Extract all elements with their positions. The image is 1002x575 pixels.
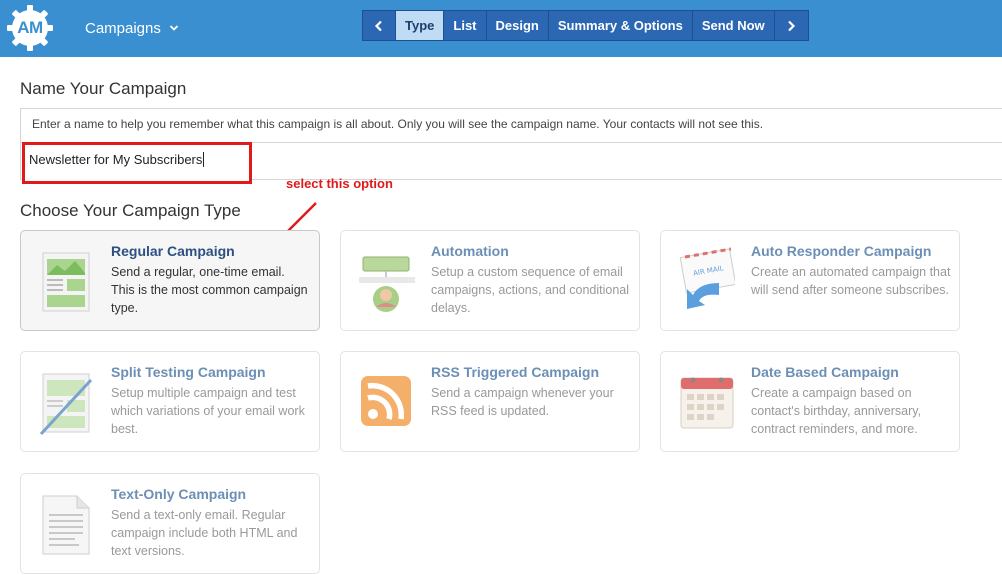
card-title: Auto Responder Campaign xyxy=(751,243,932,259)
previous-step-button[interactable] xyxy=(363,11,396,40)
card-text-only[interactable]: Text-Only Campaign Send a text-only emai… xyxy=(20,473,320,574)
card-regular-campaign[interactable]: Regular Campaign Send a regular, one-tim… xyxy=(20,230,320,331)
chevron-right-icon xyxy=(788,20,796,31)
chevron-left-icon xyxy=(374,20,382,31)
activecampaign-logo[interactable]: AM xyxy=(7,5,53,51)
card-description: Create an automated campaign that will s… xyxy=(751,265,951,297)
card-title: RSS Triggered Campaign xyxy=(431,364,600,380)
logo-text: AM xyxy=(17,18,43,37)
card-title: Split Testing Campaign xyxy=(111,364,266,380)
step-design[interactable]: Design xyxy=(487,11,549,40)
calendar-icon xyxy=(679,364,735,440)
card-title: Automation xyxy=(431,243,509,259)
text-caret xyxy=(203,152,205,167)
card-description: Setup a custom sequence of email campaig… xyxy=(431,265,630,315)
card-title: Text-Only Campaign xyxy=(111,486,247,502)
select-option-annotation: select this option xyxy=(286,176,393,191)
regular-campaign-icon xyxy=(39,243,95,319)
campaign-name-value: Newsletter for My Subscribers xyxy=(29,152,203,167)
card-auto-responder[interactable]: AIR MAIL Auto Responder Campaign Create … xyxy=(660,230,960,331)
card-description: Send a campaign whenever your RSS feed i… xyxy=(431,386,614,418)
campaigns-menu-label: Campaigns xyxy=(85,19,161,37)
step-list[interactable]: List xyxy=(444,11,487,40)
rss-icon xyxy=(359,364,415,440)
step-summary-options[interactable]: Summary & Options xyxy=(549,11,693,40)
card-title: Date Based Campaign xyxy=(751,364,899,380)
split-testing-icon xyxy=(39,364,95,440)
text-document-icon xyxy=(39,486,95,562)
campaign-steps-nav: Type List Design Summary & Options Send … xyxy=(362,10,809,41)
name-campaign-heading: Name Your Campaign xyxy=(20,79,187,98)
top-navigation-bar: AM Campaigns Type List Design Summary & … xyxy=(0,0,1002,57)
card-description: Create a campaign based on contact's bir… xyxy=(751,386,922,436)
step-send-now[interactable]: Send Now xyxy=(693,11,775,40)
card-title: Regular Campaign xyxy=(111,243,235,259)
campaigns-menu-dropdown[interactable]: Campaigns xyxy=(85,17,179,39)
campaign-type-heading: Choose Your Campaign Type xyxy=(20,201,241,220)
step-type[interactable]: Type xyxy=(396,11,445,40)
card-automation[interactable]: Automation Setup a custom sequence of em… xyxy=(340,230,640,331)
card-description: Send a regular, one-time email. This is … xyxy=(111,265,308,315)
card-rss-triggered[interactable]: RSS Triggered Campaign Send a campaign w… xyxy=(340,351,640,452)
card-split-testing[interactable]: Split Testing Campaign Setup multiple ca… xyxy=(20,351,320,452)
card-description: Setup multiple campaign and test which v… xyxy=(111,386,305,436)
card-description: Send a text-only email. Regular campaign… xyxy=(111,508,298,558)
card-date-based[interactable]: Date Based Campaign Create a campaign ba… xyxy=(660,351,960,452)
automation-icon xyxy=(359,243,415,319)
campaign-name-hint: Enter a name to help you remember what t… xyxy=(32,117,764,131)
auto-responder-icon: AIR MAIL xyxy=(679,243,735,319)
campaign-name-input[interactable]: Newsletter for My Subscribers xyxy=(22,142,252,184)
chevron-down-icon xyxy=(169,25,179,31)
next-step-button[interactable] xyxy=(775,11,808,40)
